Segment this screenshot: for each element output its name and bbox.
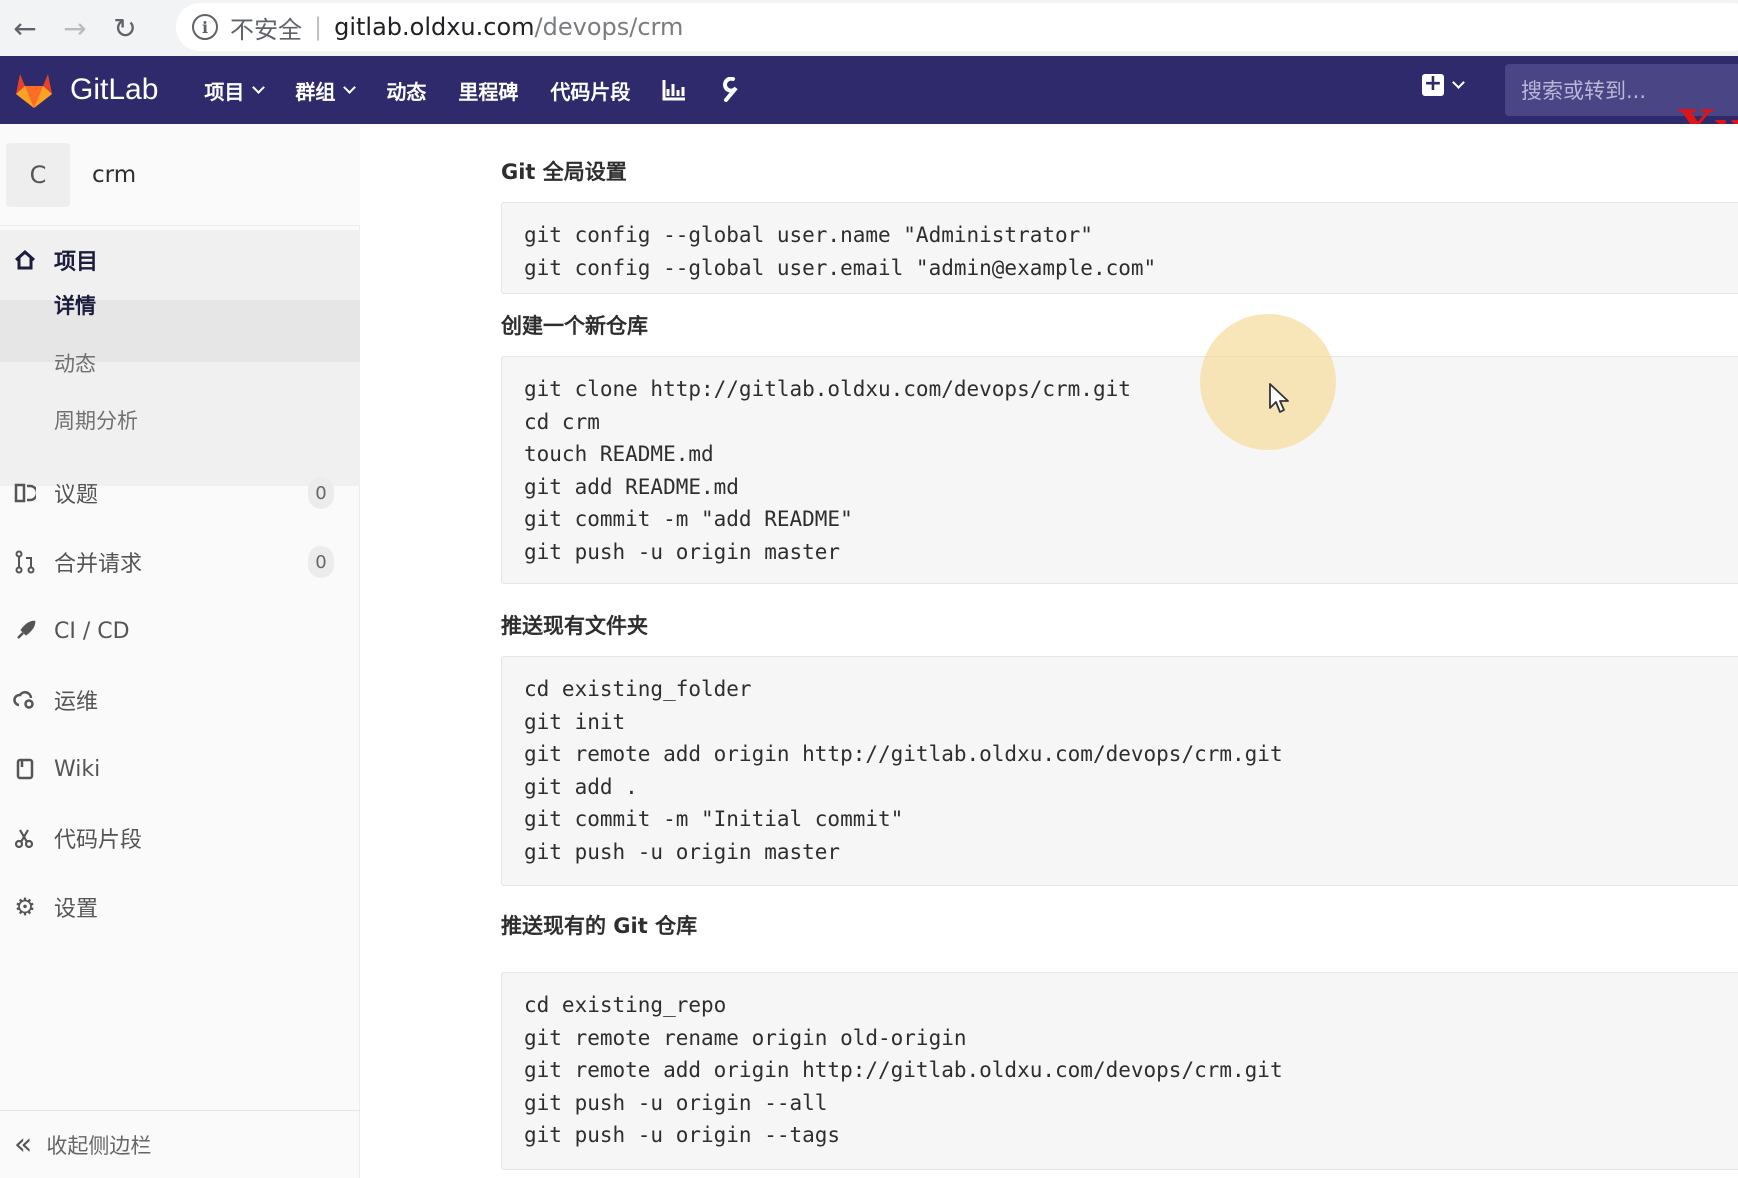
gear-icon: ⚙ [14,893,36,921]
sidebar: C crm 项目 详情 动态 周期分析 议题 0 合并请求 0 CI / CD [0,124,360,1178]
security-label: 不安全 [230,15,302,44]
code-line: cd existing_repo [524,993,727,1017]
sidebar-item-label: 议题 [54,483,99,508]
sidebar-project-header[interactable]: C crm [0,124,360,226]
code-line: git add README.md [524,474,739,499]
sidebar-item-label: 运维 [54,690,99,715]
collapse-sidebar-button[interactable]: « 收起侧边栏 [0,1110,360,1178]
issues-count-badge: 0 [308,477,334,509]
sidebar-item-label: 项目 [54,250,99,275]
back-arrow-icon[interactable]: ← [0,3,50,53]
code-block-push-existing-folder[interactable]: cd existing_folder git init git remote a… [501,656,1738,886]
rocket-icon [12,620,38,642]
project-name: crm [92,161,137,188]
url-path: /devops/crm [534,13,684,41]
sidebar-subitem-activity[interactable]: 动态 [54,348,96,378]
sidebar-item-label: 设置 [54,897,99,922]
wrench-icon[interactable] [718,77,740,103]
code-line: git push -u origin --tags [524,1123,841,1147]
merge-requests-count-badge: 0 [308,546,334,578]
sidebar-subitem-cycle-analytics[interactable]: 周期分析 [54,405,138,435]
sidebar-item-settings[interactable]: ⚙ 设置 [0,876,360,938]
sidebar-item-label: CI / CD [54,618,130,644]
code-line: git config --global user.email "admin@ex… [524,255,1157,280]
gitlab-logo-icon[interactable] [12,68,56,112]
mouse-pointer-icon [1269,383,1289,413]
code-line: git push -u origin master [524,839,841,864]
double-chevron-left-icon: « [14,1127,33,1162]
sidebar-item-snippets[interactable]: 代码片段 [0,807,360,869]
code-line: git remote rename origin old-origin [524,1025,967,1050]
chevron-down-icon [252,80,266,94]
gitlab-header: GitLab 项目 群组 动态 里程碑 代码片段 + 搜索或转到... [0,56,1738,124]
forward-arrow-icon[interactable]: → [50,3,100,53]
sidebar-subitem-details[interactable]: 详情 [54,290,96,320]
code-line: git add . [524,774,638,799]
nav-projects-label: 项目 [204,79,245,104]
sidebar-item-label: 代码片段 [54,828,143,853]
nav-snippets[interactable]: 代码片段 [550,76,630,105]
nav-milestones[interactable]: 里程碑 [458,76,518,105]
collapse-sidebar-label: 收起侧边栏 [46,1133,152,1158]
info-icon[interactable]: i [192,14,218,40]
url-separator: | [314,13,323,41]
sidebar-item-wiki[interactable]: Wiki [0,738,360,800]
reload-icon[interactable]: ↻ [100,3,150,53]
code-line: git config --global user.name "Administr… [524,223,1093,247]
code-line: cd crm [524,409,600,434]
scissors-icon [12,827,38,849]
sidebar-item-label: Wiki [54,756,101,782]
issues-icon [12,482,38,504]
code-line: cd existing_folder [524,677,752,701]
nav-groups-label: 群组 [295,79,336,104]
code-line: git init [524,709,626,734]
sidebar-item-issues[interactable]: 议题 0 [0,462,360,524]
main-content: Git 全局设置 git config --global user.name "… [361,124,1738,1178]
code-line: git push -u origin --all [524,1090,828,1115]
code-block-git-global-setup[interactable]: git config --global user.name "Administr… [501,202,1738,294]
code-block-create-repo[interactable]: git clone http://gitlab.oldxu.com/devops… [501,356,1738,584]
url-host: gitlab.oldxu.com [334,13,535,41]
section-title-create-repo: 创建一个新仓库 [501,314,648,338]
code-line: git remote add origin http://gitlab.oldx… [524,1058,1283,1082]
section-title-push-existing-folder: 推送现有文件夹 [501,614,648,638]
sidebar-item-project[interactable]: 项目 [0,230,360,290]
chart-icon[interactable] [662,79,686,101]
sidebar-item-merge-requests[interactable]: 合并请求 0 [0,531,360,593]
nav-activity[interactable]: 动态 [386,76,426,105]
book-icon [12,758,38,780]
code-line: git commit -m "add README" [524,507,853,531]
merge-request-icon [12,550,38,574]
code-line: git remote add origin http://gitlab.oldx… [524,742,1283,766]
new-item-dropdown[interactable]: + [1422,71,1465,96]
section-title-push-existing-repo: 推送现有的 Git 仓库 [501,914,698,938]
nav-projects[interactable]: 项目 [204,76,266,105]
code-line: git clone http://gitlab.oldxu.com/devops… [524,377,1131,401]
chevron-down-icon [1452,75,1465,89]
code-line: git commit -m "Initial commit" [524,807,904,831]
code-line: git push -u origin master [524,539,841,564]
nav-groups[interactable]: 群组 [295,76,357,105]
sidebar-item-cicd[interactable]: CI / CD [0,600,360,662]
code-line: touch README.md [524,442,714,466]
section-title-git-global-setup: Git 全局设置 [501,160,627,184]
cloud-gear-icon [12,689,38,711]
address-bar[interactable]: i 不安全 | gitlab.oldxu.com /devops/crm [176,3,1738,51]
browser-toolbar: ← → ↻ i 不安全 | gitlab.oldxu.com /devops/c… [0,0,1738,56]
code-block-push-existing-repo[interactable]: cd existing_repo git remote rename origi… [501,972,1738,1170]
home-icon [12,250,38,270]
gitlab-brand[interactable]: GitLab [70,73,158,107]
sidebar-item-label: 合并请求 [54,552,143,577]
sidebar-item-operations[interactable]: 运维 [0,669,360,731]
plus-icon: + [1422,71,1444,96]
chevron-down-icon [343,80,357,94]
project-avatar: C [6,142,70,207]
